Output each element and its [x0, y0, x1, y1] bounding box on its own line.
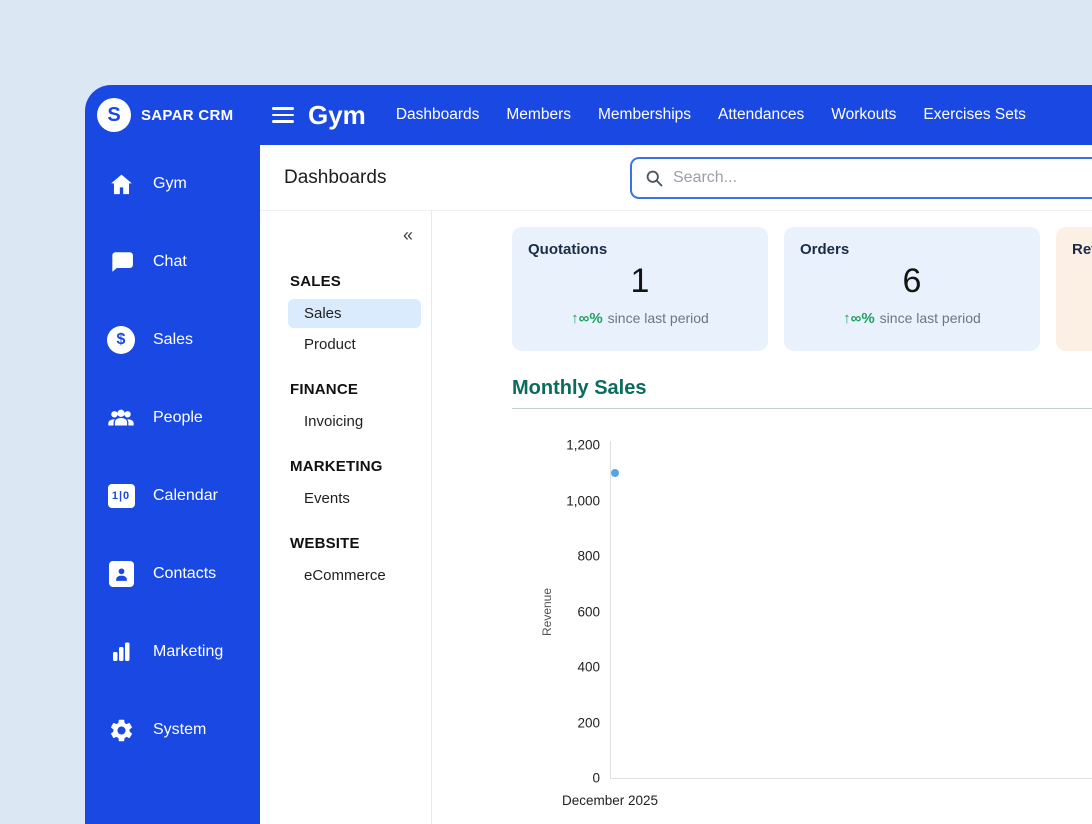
x-tick: December 2025	[562, 793, 659, 808]
sidebar-item-label: Marketing	[153, 643, 224, 660]
home-icon	[105, 171, 137, 198]
submenu-item-invoicing[interactable]: Invoicing	[288, 407, 421, 436]
kpi-title: Orders	[800, 241, 850, 258]
sidebar-item-contacts[interactable]: Contacts	[85, 535, 260, 613]
topnav-item-dashboards[interactable]: Dashboards	[396, 106, 480, 124]
y-tick: 1,000	[566, 493, 600, 509]
body-row: « SALES Sales Product FINANCE Invoicing …	[260, 211, 1092, 824]
y-tick: 0	[592, 770, 600, 786]
kpi-card-revenues[interactable]: Revenues	[1056, 227, 1092, 351]
sidebar-item-system[interactable]: System	[85, 691, 260, 769]
sidebar-item-marketing[interactable]: Marketing	[85, 613, 260, 691]
brand-logo-icon: S	[97, 98, 131, 132]
submenu-section-finance: FINANCE Invoicing	[260, 371, 431, 436]
dashboard-content: Quotations 1 ↑∞% since last period Orders…	[432, 211, 1092, 824]
submenu-item-product[interactable]: Product	[288, 330, 421, 359]
sidebar-item-gym[interactable]: Gym	[85, 145, 260, 223]
submenu-section-website: WEBSITE eCommerce	[260, 525, 431, 590]
submenu-section-title: WEBSITE	[290, 535, 360, 552]
kpi-card-orders[interactable]: Orders 6 ↑∞% since last period	[784, 227, 1040, 351]
y-axis-line	[610, 441, 611, 778]
kpi-title: Revenues	[1072, 241, 1092, 258]
submenu-item-sales[interactable]: Sales	[288, 299, 421, 328]
y-tick: 600	[577, 604, 600, 620]
bar-chart-icon	[105, 640, 137, 664]
kpi-footer: ↑∞% since last period	[800, 310, 1024, 327]
brand-name: SAPAR CRM	[141, 106, 234, 124]
kpi-delta: ↑∞%	[843, 310, 875, 327]
chart-title: Monthly Sales	[512, 377, 647, 399]
submenu-section-marketing: MARKETING Events	[260, 448, 431, 513]
topnav-item-members[interactable]: Members	[506, 106, 571, 124]
search-box[interactable]	[630, 156, 1092, 199]
chat-icon	[105, 249, 137, 275]
submenu-item-events[interactable]: Events	[288, 484, 421, 513]
top-navigation: Dashboards Members Memberships Attendanc…	[396, 106, 1026, 124]
calendar-glyph: 1|0	[107, 484, 135, 508]
kpi-card-quotations[interactable]: Quotations 1 ↑∞% since last period	[512, 227, 768, 351]
sidebar-item-label: Gym	[153, 175, 187, 192]
sidebar-item-label: Contacts	[153, 565, 217, 582]
main-column: Gym Dashboards Members Memberships Atten…	[260, 85, 1092, 824]
collapse-sidebar-icon[interactable]: «	[403, 225, 413, 246]
sidebar-item-chat[interactable]: Chat	[85, 223, 260, 301]
page-title: Dashboards	[284, 166, 387, 188]
topbar: Gym Dashboards Members Memberships Atten…	[260, 85, 1092, 145]
y-tick: 1,200	[566, 437, 600, 453]
app-window: S SAPAR CRM Gym Chat $ Sales People 1|0 …	[85, 85, 1092, 824]
topnav-item-exercises-sets[interactable]: Exercises Sets	[923, 106, 1026, 124]
kpi-value: 1	[630, 262, 650, 300]
topnav-item-workouts[interactable]: Workouts	[831, 106, 896, 124]
y-tick: 200	[577, 715, 600, 731]
submenu-section-title: MARKETING	[290, 458, 383, 475]
topnav-item-attendances[interactable]: Attendances	[718, 106, 804, 124]
calendar-icon: 1|0	[105, 484, 137, 508]
data-point	[611, 469, 619, 477]
page-header: Dashboards	[260, 145, 1092, 211]
sidebar-item-label: Sales	[153, 331, 194, 348]
kpi-caption: since last period	[879, 310, 981, 326]
sidebar-item-label: Calendar	[153, 487, 218, 504]
submenu-section-title: FINANCE	[290, 381, 359, 398]
sidebar-item-calendar[interactable]: 1|0 Calendar	[85, 457, 260, 535]
y-tick: 800	[577, 548, 600, 564]
hamburger-menu-icon[interactable]	[272, 107, 294, 123]
topnav-item-memberships[interactable]: Memberships	[598, 106, 691, 124]
sidebar-item-sales[interactable]: $ Sales	[85, 301, 260, 379]
sidebar-item-people[interactable]: People	[85, 379, 260, 457]
submenu-item-ecommerce[interactable]: eCommerce	[288, 561, 421, 590]
kpi-title: Quotations	[528, 241, 608, 258]
dollar-icon: $	[105, 326, 137, 354]
contact-card-icon	[105, 561, 137, 587]
chart-title-divider	[512, 408, 1092, 409]
sidebar-item-label: People	[153, 409, 203, 426]
sidebar-item-label: System	[153, 721, 207, 738]
kpi-value: 6	[902, 262, 922, 300]
kpi-delta: ↑∞%	[571, 310, 603, 327]
search-icon	[644, 168, 664, 188]
kpi-footer: ↑∞% since last period	[528, 310, 752, 327]
app-title: Gym	[308, 99, 366, 130]
secondary-sidebar: « SALES Sales Product FINANCE Invoicing …	[260, 211, 432, 824]
dollar-glyph: $	[107, 326, 135, 354]
sidebar: S SAPAR CRM Gym Chat $ Sales People 1|0 …	[85, 85, 260, 824]
monthly-sales-chart: Revenue 1,200 1,000 800 600 400 200 0 De…	[512, 415, 1092, 824]
brand[interactable]: S SAPAR CRM	[85, 85, 260, 145]
kpi-caption: since last period	[607, 310, 709, 326]
people-icon	[105, 406, 137, 430]
x-axis-line	[610, 778, 1092, 779]
gear-icon	[105, 717, 137, 744]
y-tick: 400	[577, 659, 600, 675]
kpi-cards-row: Quotations 1 ↑∞% since last period Orders…	[512, 227, 1092, 351]
submenu-section-title: SALES	[290, 273, 342, 290]
submenu-section-sales: SALES Sales Product	[260, 263, 431, 359]
sidebar-item-label: Chat	[153, 253, 187, 270]
search-input[interactable]	[673, 168, 1092, 187]
